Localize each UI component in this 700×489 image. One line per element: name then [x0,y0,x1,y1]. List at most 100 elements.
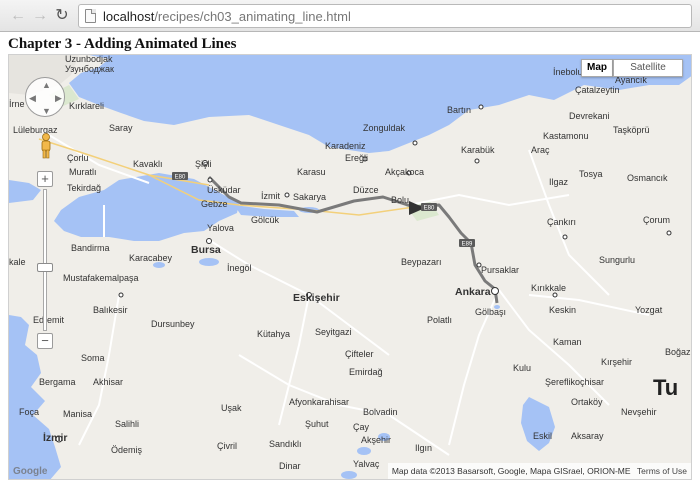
map-label: Üsküdar [207,185,241,195]
url-text[interactable]: localhost/recipes/ch03_animating_line.ht… [103,9,351,24]
map-label: Kastamonu [543,131,589,141]
map-data-text: Map data ©2013 Basarsoft, Google, Mapa G… [391,466,631,476]
map-label: Ilgın [415,443,432,453]
map-label: Akçakoca [385,167,424,177]
zoom-in-button[interactable]: + [37,171,53,187]
map-label: Düzce [353,185,379,195]
map-label: Kütahya [257,329,290,339]
map-label: Dinar [279,461,301,471]
map-label: Kırşehir [601,357,632,367]
map-label: Gölcük [251,215,280,225]
map-label: İzmir [43,431,68,444]
map-label: Taşköprü [613,125,650,135]
map-label: Çorum [643,215,670,225]
map-label: Yalova [207,223,234,233]
map-label: İzmit [261,191,280,201]
map-label: Şuhut [305,419,329,429]
map-label: Kulu [513,363,531,373]
map-label: Polatlı [427,315,452,325]
map-label: İnegöl [227,263,252,273]
map-label: kale [9,257,26,267]
map-label: Karacabey [129,253,173,263]
map-label: Bolvadin [363,407,398,417]
map-label: Mustafakemalpaşa [63,273,139,283]
map-label: Seyitgazi [315,327,352,337]
map-label: Gölbaşı [475,307,506,317]
map-label: Zonguldak [363,123,406,133]
map-label: Saray [109,123,133,133]
map-label: Boğaz [665,347,691,357]
map-label: Uşak [221,403,242,413]
map-label: Bolu [391,195,409,205]
forward-button[interactable]: → [30,6,50,26]
page-title: Chapter 3 - Adding Animated Lines [8,36,237,52]
map-label: Soma [81,353,105,363]
zoom-slider-track[interactable] [43,189,47,331]
lake-egirdir [341,471,357,479]
map-label: Yozgat [635,305,663,315]
map-label: Eskişehir [293,292,340,304]
page-icon [85,9,96,23]
pan-down-icon[interactable]: ▼ [42,106,51,116]
map-label: Eskil [533,431,552,441]
map-label: Karabük [461,145,495,155]
map-label: Çifteler [345,349,374,359]
map-label: Manisa [63,409,92,419]
map-label: Akşehir [361,435,391,445]
map-label: Sandıklı [269,439,302,449]
zoom-out-button[interactable]: − [37,333,53,349]
shield-label: E80 [175,175,186,181]
reload-button[interactable]: ↻ [52,6,72,26]
map-label: Balıkesir [93,305,128,315]
map-type-satellite-button[interactable]: Satellite [613,59,683,77]
map-label: Ortaköy [571,397,603,407]
road-shield: E89 [459,239,475,248]
map-label: Kırıkkale [531,283,566,293]
map-label: Узунбоджак [65,64,114,74]
pan-up-icon[interactable]: ▲ [42,80,51,90]
map-label: Afyonkarahisar [289,397,349,407]
map-label: Sungurlu [599,255,635,265]
map-type-map-button[interactable]: Map [581,59,613,77]
map-label: Çorlu [67,153,89,163]
shield-label: E89 [462,242,473,248]
map-label: Yalvaç [353,459,380,469]
google-logo[interactable]: Google [13,466,47,477]
map-label: Uzunbodjak [65,55,113,64]
map-label: Keskin [549,305,576,315]
map-label: Ankara [455,286,491,298]
map-label: Ilgaz [549,177,569,187]
back-button[interactable]: ← [8,6,28,26]
lake-uluabat [199,258,219,266]
map-label: İnebolu [553,67,583,77]
road-shield: E80 [172,172,188,181]
pan-right-icon[interactable]: ▶ [55,93,62,103]
map-label: Kaman [553,337,582,347]
terms-of-use-link[interactable]: Terms of Use [637,466,687,476]
map-label: Tu [653,375,678,400]
map-label: Beypazarı [401,257,442,267]
map-label: Tekirdağ [67,183,101,193]
map-label: Bergama [39,377,76,387]
map-label: Karasu [297,167,326,177]
browser-toolbar: ← → ↻ localhost/recipes/ch03_animating_l… [0,0,700,32]
pan-left-icon[interactable]: ◀ [29,93,36,103]
address-bar[interactable]: localhost/recipes/ch03_animating_line.ht… [78,4,692,28]
map-canvas[interactable]: E80 E80 E89 Uzunbodjak Узунбоджак İnebol… [8,54,692,480]
map-label: Bandirma [71,243,110,253]
pegman-icon[interactable] [39,133,53,159]
map-label: Araç [531,145,550,155]
map-label: Salihli [115,419,139,429]
map-label: Gebze [201,199,228,209]
map-tiles[interactable]: E80 E80 E89 Uzunbodjak Узунбоджак İnebol… [9,55,692,480]
map-label: Aksaray [571,431,604,441]
map-label: Bartın [447,105,471,115]
map-attribution: Map data ©2013 Basarsoft, Google, Mapa G… [387,463,691,479]
pan-control[interactable]: ▲ ◀ ▶ ▼ [25,77,65,117]
map-label: Muratlı [69,167,97,177]
lake-eber [357,447,371,455]
zoom-slider-handle[interactable] [37,263,53,272]
map-label: Dursunbey [151,319,195,329]
map-label: Pursaklar [481,265,519,275]
map-label: İrne [9,99,25,109]
